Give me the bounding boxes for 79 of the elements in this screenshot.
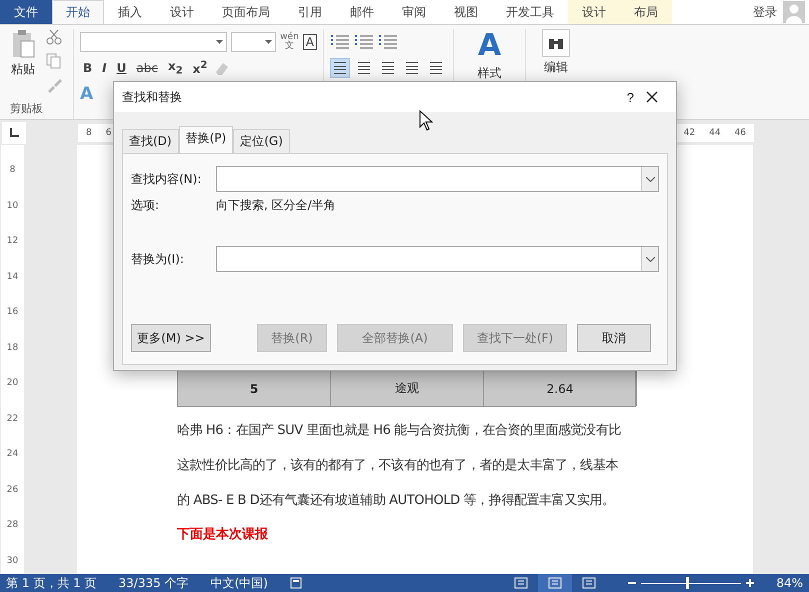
ruler-number: 18 (6, 342, 18, 353)
align-button[interactable] (330, 58, 350, 78)
ruler-number: 20 (6, 378, 18, 388)
ruler-number: 6 (106, 128, 112, 138)
ruler-number: 22 (6, 414, 18, 424)
zoom-slider-thumb[interactable] (686, 577, 690, 589)
dialog-button[interactable]: 更多(M) >> (131, 324, 211, 352)
ruler-number: 24 (6, 449, 18, 460)
body-text: 这款性价比高的了，该有的都有了，不该有的也有了，者的是太丰富了，线基本 (177, 457, 620, 475)
editing-label: 编辑 (544, 59, 568, 76)
body-text: 哈弗 H6：在国产 SUV 里面也就是 H6 能与合资抗衡，在合资的里面感觉没有比 (177, 422, 622, 440)
paste-icon[interactable] (10, 29, 36, 59)
close-icon[interactable] (646, 91, 658, 103)
ruler-number: 8 (10, 165, 16, 175)
ruler-number: 10 (6, 200, 18, 211)
tab-stop-icon[interactable] (2, 122, 26, 144)
zoom-in-icon[interactable] (746, 579, 754, 587)
replace-field[interactable] (216, 246, 659, 272)
page-view-icon[interactable] (514, 577, 528, 589)
caret-icon[interactable] (216, 40, 223, 44)
ribbon-tab[interactable]: 文件 (0, 0, 52, 24)
phonetic-guide-button[interactable]: wén 文 (280, 33, 299, 51)
ruler-number: 46 (734, 128, 746, 138)
zoom-out-icon[interactable] (628, 579, 636, 587)
format-button[interactable]: x$^{2}$ (190, 58, 210, 78)
multilevel-list-icon[interactable] (378, 35, 398, 49)
dialog-tab[interactable]: 定位(G) (233, 129, 290, 153)
font-name-field[interactable] (80, 32, 227, 52)
styles-icon[interactable]: A (478, 29, 502, 63)
numbering-icon[interactable] (354, 35, 374, 49)
ruler-number: 42 (684, 128, 696, 138)
dialog-tab[interactable]: 替换(P) (178, 126, 234, 153)
ruler-number: 44 (709, 128, 721, 138)
format-button[interactable]: B (80, 58, 96, 78)
chevron-down-icon[interactable] (646, 176, 654, 182)
ruler-number: 14 (6, 272, 18, 282)
ribbon-tab[interactable]: 布局 (620, 0, 672, 24)
language-indicator[interactable]: 中文(中国) (210, 574, 268, 592)
ribbon-tab[interactable]: 开始 (52, 0, 104, 24)
ruler-number: 26 (6, 484, 18, 495)
styles-label: 样式 (478, 65, 502, 82)
sign-in-link[interactable]: 登录 (753, 4, 777, 20)
paste-label: 粘贴 (11, 61, 35, 78)
section-heading: 下面是本次课报 (177, 526, 268, 544)
options-label: 选项: (131, 196, 160, 214)
dialog-title: 查找和替换 (122, 88, 183, 106)
format-button[interactable]: abc (133, 58, 161, 78)
format-button[interactable]: U (114, 58, 130, 78)
help-button[interactable]: ? (614, 90, 646, 104)
find-field[interactable] (216, 166, 659, 192)
clipboard-group-label: 剪贴板 (10, 101, 44, 116)
page-view-icon[interactable] (582, 577, 596, 589)
caret-icon[interactable] (265, 40, 272, 44)
macro-icon[interactable] (290, 577, 302, 589)
view-button[interactable] (538, 574, 572, 592)
ruler-number: 8 (86, 128, 92, 138)
format-button[interactable]: x$_{2}$ (164, 58, 186, 78)
format-button[interactable]: I (99, 58, 110, 78)
dialog-button[interactable]: 取消 (577, 324, 651, 352)
page-count: 第 1 页，共 1 页 (6, 574, 97, 592)
dialog-tab[interactable]: 查找(D) (122, 129, 179, 153)
scissors-icon[interactable] (46, 29, 62, 45)
options-value: 向下搜索, 区分全/半角 (216, 196, 336, 214)
ribbon-tab[interactable]: 设计 (568, 0, 620, 24)
find-label: 查找内容(N): (131, 170, 202, 188)
font-size-field[interactable] (230, 32, 276, 52)
character-border-button[interactable]: A (302, 34, 317, 50)
find-icon[interactable] (542, 29, 570, 57)
ruler-number: 12 (6, 236, 18, 246)
ruler-number: 30 (6, 556, 18, 566)
bullets-icon[interactable] (330, 35, 350, 49)
zoom-percent[interactable]: 84% (776, 576, 803, 590)
chevron-down-icon[interactable] (646, 256, 654, 262)
ruler-number: 28 (6, 520, 18, 530)
body-text: 的 ABS- E B D还有气囊还有坡道辅助 AUTOHOLD 等，挣得配置丰富又实用。 (177, 492, 616, 510)
page-view-icon[interactable] (548, 577, 562, 589)
word-count: 33/335 个字 (118, 574, 189, 592)
replace-label: 替换为(I): (131, 250, 185, 268)
ruler-number: 16 (6, 307, 18, 318)
